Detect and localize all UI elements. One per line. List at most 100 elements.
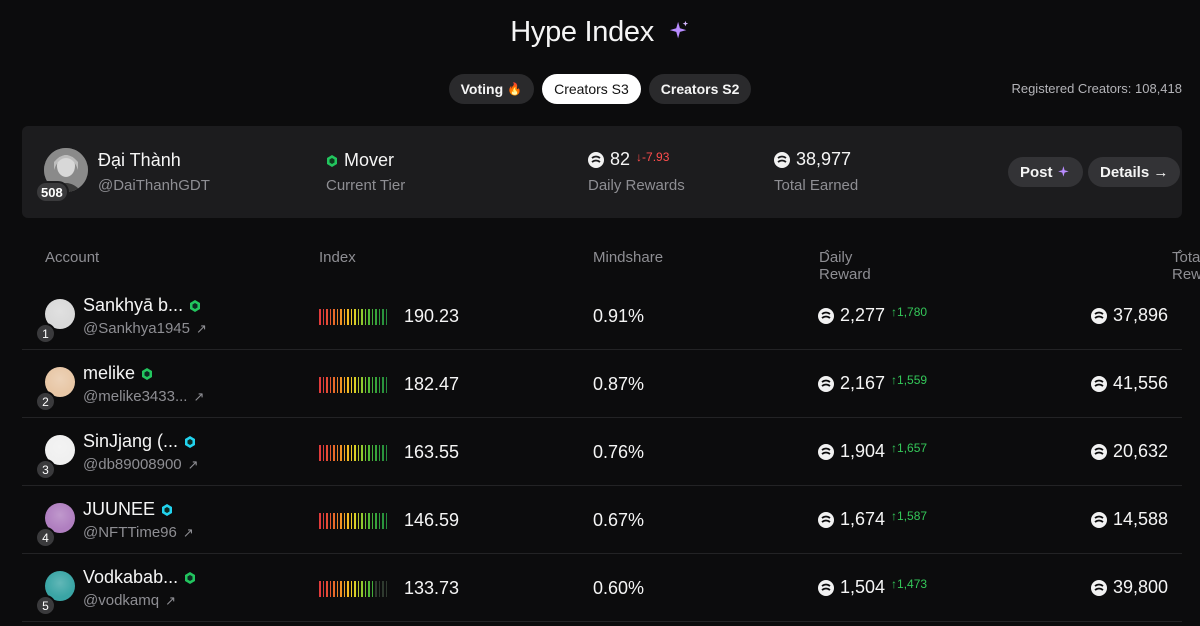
tier-badge-icon	[185, 571, 196, 584]
daily-rewards-amount: 82	[610, 149, 631, 169]
index-bar-segment	[319, 581, 321, 597]
index-bar-segment	[364, 309, 366, 325]
index-bar-segment	[361, 309, 363, 325]
index-bar-segment	[368, 377, 370, 393]
coin-icon	[588, 151, 604, 168]
sort-icon: ⌃	[1176, 249, 1185, 260]
daily-reward-value: 1,674 ↑1,587	[818, 509, 927, 530]
index-value: 133.73	[404, 578, 460, 598]
account-name[interactable]: melike	[83, 363, 153, 384]
table-row[interactable]: 1 Sankhyā b... @Sankhya1945 ↗ 190.23 0.9…	[22, 282, 1182, 350]
table-row[interactable]: 5 Vodkabab... @vodkamq ↗ 133.73 0.60% 1,…	[22, 554, 1182, 622]
index-bar-segment	[364, 513, 366, 529]
total-reward-amount: 39,800	[1112, 577, 1168, 597]
col-index: Index	[319, 249, 356, 266]
tier-badge-icon	[162, 503, 173, 516]
daily-reward-delta: ↑1,559	[891, 372, 928, 387]
tab-creators-s2[interactable]: Creators S2	[648, 74, 752, 104]
daily-reward-amount: 1,674	[840, 509, 886, 529]
table-row[interactable]: 2 melike @melike3433... ↗ 182.47 0.87% 2…	[22, 350, 1182, 418]
index-bar-segment	[347, 377, 349, 393]
account-name[interactable]: SinJjang (...	[83, 431, 196, 452]
index-bar-segment	[382, 581, 384, 597]
index-bar-segment	[340, 445, 342, 461]
daily-reward-value: 1,904 ↑1,657	[818, 441, 927, 462]
index-bar-segment	[350, 377, 352, 393]
index-bar-segment	[375, 309, 377, 325]
coin-icon	[818, 375, 834, 392]
sparkle-icon	[669, 21, 688, 39]
account-handle[interactable]: @melike3433... ↗	[83, 388, 204, 405]
index-bar-segment	[343, 377, 345, 393]
tier-value: Mover	[326, 150, 394, 171]
index-bar-segment	[326, 513, 328, 529]
index-bar-segment	[354, 377, 356, 393]
registered-creators-count: Registered Creators: 108,418	[1011, 81, 1182, 96]
account-name[interactable]: Vodkabab...	[83, 567, 196, 588]
account-handle[interactable]: @NFTTime96 ↗	[83, 524, 194, 541]
index-bar-segment	[382, 513, 384, 529]
index-value: 163.55	[404, 442, 460, 462]
index-bar-segment	[322, 513, 324, 529]
post-button[interactable]: Post	[1008, 157, 1083, 187]
index-bar-segment	[385, 581, 387, 597]
table-row[interactable]: 3 SinJjang (... @db89008900 ↗ 163.55 0.7…	[22, 418, 1182, 486]
index-bar-segment	[368, 513, 370, 529]
index-bar-segment	[378, 445, 380, 461]
total-reward-value: 39,800	[1090, 577, 1168, 598]
external-link-icon[interactable]: ↗	[193, 389, 204, 405]
rank-badge: 3	[35, 459, 56, 480]
daily-reward-delta: ↑1,780	[891, 304, 928, 319]
index-bar-segment	[378, 377, 380, 393]
total-reward-value: 20,632	[1090, 441, 1168, 462]
external-link-icon[interactable]: ↗	[165, 593, 176, 609]
index-bar-segment	[371, 513, 373, 529]
index-bar-segment	[371, 309, 373, 325]
index-bar-segment	[329, 581, 331, 597]
coin-icon	[1090, 375, 1107, 392]
rank-badge: 2	[35, 391, 56, 412]
tier-label: Current Tier	[326, 177, 406, 194]
index-bar-segment	[361, 581, 363, 597]
index-bar-segment	[371, 377, 373, 393]
account-handle-text: @Sankhya1945	[83, 320, 190, 337]
index-bar-segment	[322, 309, 324, 325]
sparkle-icon	[1057, 166, 1069, 177]
details-button[interactable]: Details →	[1088, 157, 1181, 187]
index-bar-segment	[382, 445, 384, 461]
external-link-icon[interactable]: ↗	[188, 457, 199, 473]
daily-reward-amount: 2,277	[840, 305, 886, 325]
index-bar-segment	[347, 513, 349, 529]
sort-icon: ⌃	[823, 249, 832, 260]
account-name-text: SinJjang (...	[83, 431, 179, 451]
index-bar-segment	[385, 513, 387, 529]
index-bar-segment	[333, 445, 335, 461]
index-value: 190.23	[404, 306, 460, 326]
index-bar-segment	[375, 513, 377, 529]
tab-voting[interactable]: Voting 🔥	[448, 74, 535, 104]
tab-creators-s2-label: Creators S2	[660, 81, 740, 97]
total-reward-value: 41,556	[1090, 373, 1168, 394]
account-handle[interactable]: @db89008900 ↗	[83, 456, 199, 473]
tier-badge-icon	[190, 299, 201, 312]
account-name[interactable]: JUUNEE	[83, 499, 173, 520]
external-link-icon[interactable]: ↗	[196, 321, 207, 337]
index-bar-segment	[382, 309, 384, 325]
tab-creators-s3[interactable]: Creators S3	[542, 74, 641, 104]
total-earned-label: Total Earned	[774, 177, 859, 194]
index-bar-segment	[361, 445, 363, 461]
table-row[interactable]: 4 JUUNEE @NFTTime96 ↗ 146.59 0.67% 1,674…	[22, 486, 1182, 554]
coin-icon	[774, 151, 790, 168]
account-name-text: Vodkabab...	[83, 567, 179, 587]
account-handle[interactable]: @vodkamq ↗	[83, 592, 176, 609]
index-bar-segment	[364, 377, 366, 393]
rank-badge: 5	[35, 595, 56, 616]
fire-icon: 🔥	[507, 82, 523, 96]
account-handle[interactable]: @Sankhya1945 ↗	[83, 320, 207, 337]
external-link-icon[interactable]: ↗	[183, 525, 194, 541]
coin-icon	[818, 443, 834, 460]
account-name[interactable]: Sankhyā b...	[83, 295, 201, 316]
index-value: 146.59	[404, 510, 460, 530]
leaderboard-list: 1 Sankhyā b... @Sankhya1945 ↗ 190.23 0.9…	[22, 282, 1182, 622]
index-bar-segment	[333, 309, 335, 325]
